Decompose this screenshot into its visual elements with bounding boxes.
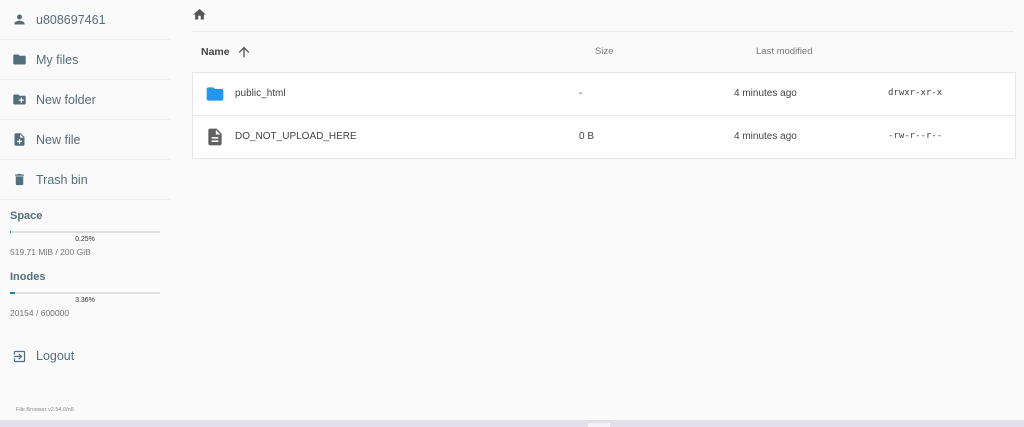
account-icon	[14, 14, 25, 25]
sidebar-item-new-folder[interactable]: New folder	[0, 80, 170, 120]
file-row-do-not-upload-here[interactable]: DO_NOT_UPLOAD_HERE 0 B 4 minutes ago -rw…	[193, 116, 1015, 158]
file-size: 0 B	[579, 131, 595, 142]
create-new-folder-icon	[13, 94, 26, 105]
space-progress-fill	[10, 231, 12, 233]
inodes-progress-fill	[10, 292, 16, 294]
sidebar: u808697461 My files New folder New file …	[0, 0, 172, 420]
inodes-progress-bar	[10, 292, 160, 294]
file-name: DO_NOT_UPLOAD_HERE	[235, 131, 357, 142]
space-progress-bar	[10, 231, 160, 233]
column-modified-header[interactable]: Last modified	[756, 46, 813, 57]
user-account-item[interactable]: u808697461	[0, 0, 170, 40]
column-size-header[interactable]: Size	[595, 46, 613, 57]
space-title: Space	[10, 210, 43, 222]
file-listing: Name Size Last modified public_html - 4 …	[182, 0, 1024, 420]
logout-icon	[13, 350, 26, 362]
folder-icon	[206, 87, 224, 101]
space-value: 519.71 MiB / 200 GiB	[10, 247, 91, 257]
column-name-header[interactable]: Name	[201, 44, 252, 60]
trash-icon	[15, 173, 24, 186]
sidebar-item-label: My files	[36, 52, 79, 67]
file-permissions: -rw-r--r--	[888, 131, 943, 141]
logout-button[interactable]: Logout	[0, 336, 170, 376]
folder-icon	[13, 54, 26, 65]
file-size: -	[579, 88, 583, 99]
note-add-icon	[14, 133, 25, 146]
file-modified: 4 minutes ago	[734, 88, 797, 99]
sidebar-item-new-file[interactable]: New file	[0, 120, 170, 160]
logout-label: Logout	[36, 349, 75, 363]
window-bottom-strip	[0, 420, 1024, 427]
file-row-public-html[interactable]: public_html - 4 minutes ago drwxr-xr-x	[193, 73, 1015, 116]
space-usage: Space 0.25% 519.71 MiB / 200 GiB	[0, 210, 172, 257]
sidebar-item-label: New folder	[36, 92, 96, 107]
space-percent: 0.25%	[75, 236, 95, 243]
inodes-usage: Inodes 3.36% 20154 / 600000	[0, 271, 172, 318]
scroll-handle[interactable]	[588, 423, 610, 427]
column-name-label: Name	[201, 46, 230, 58]
inodes-percent: 3.36%	[75, 297, 95, 304]
user-name: u808697461	[36, 12, 106, 27]
sidebar-item-my-files[interactable]: My files	[0, 40, 170, 80]
table-header: Name Size Last modified	[192, 40, 1014, 64]
inodes-value: 20154 / 600000	[10, 308, 70, 318]
file-icon	[208, 128, 222, 146]
file-modified: 4 minutes ago	[734, 131, 797, 142]
sidebar-item-label: Trash bin	[36, 172, 88, 187]
home-icon[interactable]	[192, 7, 207, 22]
divider	[192, 31, 1014, 32]
app-version: File Browser v2.54.0/n8	[16, 407, 74, 413]
arrow-upward-icon[interactable]	[236, 44, 252, 60]
file-list: public_html - 4 minutes ago drwxr-xr-x D…	[192, 72, 1016, 159]
file-name: public_html	[235, 88, 286, 99]
breadcrumb[interactable]	[192, 7, 207, 27]
sidebar-item-label: New file	[36, 132, 81, 147]
inodes-title: Inodes	[10, 271, 46, 283]
file-permissions: drwxr-xr-x	[888, 88, 943, 98]
sidebar-item-trash-bin[interactable]: Trash bin	[0, 160, 170, 200]
